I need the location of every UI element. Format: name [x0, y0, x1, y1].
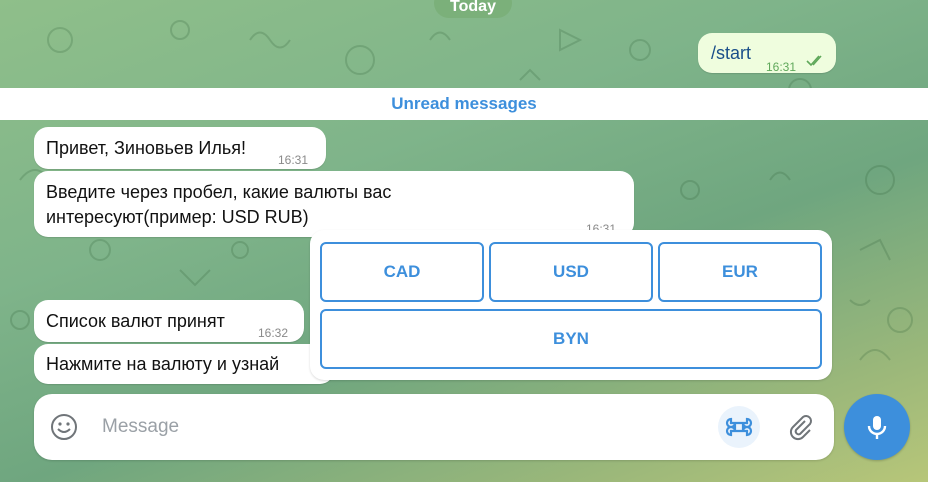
keyboard-button-cad[interactable]: CAD [320, 242, 484, 302]
message-text-line: Введите через пробел, какие валюты вас [46, 182, 392, 202]
emoji-button[interactable] [48, 411, 80, 443]
message-text: /start [711, 43, 752, 63]
message-input[interactable]: Message [102, 394, 179, 460]
message-time: 16:31 [766, 60, 797, 74]
message-time: 16:32 [258, 326, 289, 340]
message-text: Список валют принят [46, 311, 225, 331]
keyboard-button-eur[interactable]: EUR [658, 242, 822, 302]
message-text: Нажмите на валюту и узнай [46, 354, 280, 374]
message-text-line: интересуют(пример: USD RUB) [46, 207, 309, 227]
double-check-icon [806, 55, 822, 67]
bot-inline-keyboard: CAD USD EUR BYN [310, 230, 832, 380]
emoji-icon [51, 414, 77, 440]
incoming-message: Нажмите на валюту и узнай [34, 344, 334, 384]
attach-icon [789, 415, 812, 441]
outgoing-message: /start 16:31 [698, 33, 836, 74]
date-separator: Today [434, 0, 512, 18]
voice-record-button[interactable] [844, 394, 910, 460]
incoming-message: Привет, Зиновьев Илья! 16:31 [34, 127, 326, 169]
incoming-message: Список валют принят 16:32 [34, 300, 304, 342]
message-time: 16:31 [278, 153, 309, 167]
bot-commands-button[interactable] [718, 406, 760, 448]
attach-button[interactable] [784, 411, 816, 443]
keyboard-button-byn[interactable]: BYN [320, 309, 822, 369]
message-text: Привет, Зиновьев Илья! [46, 138, 246, 158]
unread-messages-divider: Unread messages [0, 88, 928, 120]
message-composer: Message [34, 394, 834, 460]
bot-command-icon [725, 417, 753, 437]
incoming-message: Введите через пробел, какие валюты вас и… [34, 171, 634, 237]
keyboard-button-usd[interactable]: USD [489, 242, 653, 302]
microphone-icon [867, 416, 887, 439]
